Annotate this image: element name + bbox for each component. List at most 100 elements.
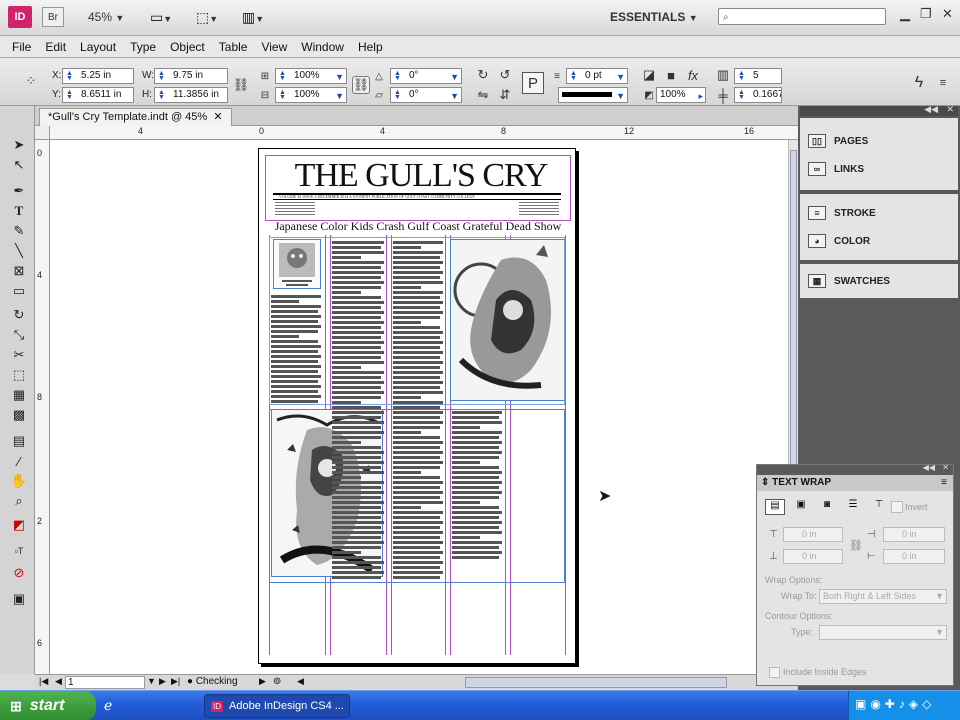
rotate-tool-icon[interactable]: ↻ [9,306,29,324]
top-offset-field[interactable]: 0 in [783,527,843,542]
scroll-left-icon[interactable]: ◀ [297,676,304,687]
open-document-icon[interactable]: ⊚ [273,676,281,687]
line-tool-icon[interactable]: ╲ [9,242,29,260]
document-page[interactable]: THE GULL'S CRY VOLUME XI ISSUE 4 DECEMBE… [258,148,576,664]
gutter-field[interactable]: ▲▼ 0.1667 i [734,87,782,103]
close-icon[interactable]: ✕ [942,6,953,22]
lightning-icon[interactable]: ϟ [910,74,928,92]
menu-object[interactable]: Object [163,40,212,54]
formatting-container-icon[interactable]: ▫T [9,542,29,560]
opacity-field[interactable]: 100% ▸ [656,87,706,103]
rotation-field[interactable]: ▲ ▼ 0° ▼ [390,68,462,84]
menu-view[interactable]: View [254,40,294,54]
panel-drag-bar[interactable]: ◀◀ ✕ [757,463,953,475]
view-options-icon[interactable]: ▭▼ [150,9,182,27]
menu-help[interactable]: Help [351,40,390,54]
fx-icon[interactable]: fx [684,66,702,84]
ruler-origin[interactable] [35,126,50,140]
note-tool-icon[interactable]: ▤ [9,432,29,450]
scissors-icon[interactable]: ✂ [9,346,29,364]
flip-horizontal-icon[interactable]: ⇋ [474,86,492,104]
scale-y-field[interactable]: ▲ ▼ 100% ▼ [275,87,347,103]
restore-icon[interactable]: ❐ [920,6,932,22]
scale-x-field[interactable]: ▲ ▼ 100% ▼ [275,68,347,84]
type-tool-icon[interactable]: T [9,202,29,220]
search-input[interactable]: ⌕ [718,8,886,25]
contour-type-select[interactable]: ▼ [819,625,947,640]
selection-tool-icon[interactable]: ➤ [9,136,29,154]
taskbar-indesign-button[interactable]: ID Adobe InDesign CS4 ... [204,694,350,718]
height-field[interactable]: ▲ ▼ 11.3856 in [154,87,228,103]
minimize-icon[interactable]: ▁ [900,6,910,22]
reference-point-p-icon[interactable]: P [522,72,544,94]
rotate-ccw-icon[interactable]: ↺ [496,66,514,84]
horizontal-scrollbar-thumb[interactable] [465,677,727,688]
pencil-tool-icon[interactable]: ✎ [9,222,29,240]
reference-point-icon[interactable]: ⁘ [22,72,40,90]
color-panel-button[interactable]: ◕ COLOR [808,234,870,248]
menu-edit[interactable]: Edit [38,40,73,54]
left-offset-field[interactable]: 0 in [883,527,945,542]
jump-next-column-icon[interactable]: ⊤ [869,499,889,515]
close-panel-icon[interactable]: ✕ [942,463,949,472]
quick-launch-ie-icon[interactable]: ℯ [104,697,112,714]
panel-menu-icon[interactable]: ≡ [941,475,947,491]
tray-icons[interactable]: ▣◉✚♪◈◇ [855,697,935,711]
next-page-icon[interactable]: ▶ [159,676,166,687]
start-button[interactable]: ⊞ start [0,691,96,720]
zoom-level[interactable]: 45% ▼ [88,10,124,24]
gradient-feather-icon[interactable]: ▩ [9,406,29,424]
stroke-type-select[interactable]: ▼ [558,87,628,103]
preflight-status[interactable]: ● Checking [187,676,238,687]
direct-selection-icon[interactable]: ↖ [9,156,29,174]
text-wrap-title-bar[interactable]: ⇕ TEXT WRAP ≡ [757,475,953,491]
arrange-documents-icon[interactable]: ▥▼ [242,9,278,27]
rectangle-tool-icon[interactable]: ▭ [9,282,29,300]
masthead-title[interactable]: THE GULL'S CRY [271,157,571,195]
expand-dock-icon[interactable]: ◀◀ [924,104,938,115]
first-page-icon[interactable]: |◀ [39,676,48,687]
stroke-panel-button[interactable]: ≡ STROKE [808,206,876,220]
wrap-object-shape-icon[interactable]: ◙ [817,499,837,515]
flip-vertical-icon[interactable]: ⇵ [496,86,514,104]
rotate-cw-icon[interactable]: ↻ [474,66,492,84]
document-tab[interactable]: *Gull's Cry Template.indt @ 45% ✕ [39,108,232,126]
menu-layout[interactable]: Layout [73,40,123,54]
swatches-panel-button[interactable]: ▦ SWATCHES [808,274,890,288]
horizontal-ruler[interactable]: 4 0 4 8 12 16 [50,126,798,140]
gradient-swatch-icon[interactable]: ▦ [9,386,29,404]
columns-field[interactable]: ▲ ▼ 5 [734,68,782,84]
effects-square-icon[interactable]: ■ [662,66,680,84]
preflight-menu-icon[interactable]: ▶ [259,676,266,687]
shear-field[interactable]: ▲ ▼ 0° ▼ [390,87,462,103]
panel-menu-icon[interactable]: ≡ [934,74,952,92]
scale-tool-icon[interactable]: ⤡ [9,326,29,344]
free-transform-icon[interactable]: ⬚ [9,366,29,384]
prev-page-icon[interactable]: ◀ [55,676,62,687]
close-tab-icon[interactable]: ✕ [213,111,222,123]
collapse-icon[interactable]: ◀◀ [923,463,935,472]
last-page-icon[interactable]: ▶| [171,676,180,687]
pages-panel-button[interactable]: ▯▯ PAGES [808,134,868,148]
bridge-button[interactable]: Br [42,7,64,27]
y-position-field[interactable]: ▲ ▼ 8.6511 in [62,87,134,103]
screen-mode-icon[interactable]: ⬚▼ [196,9,228,27]
stroke-weight-field[interactable]: ▲ ▼ 0 pt ▼ [566,68,628,84]
hand-tool-icon[interactable]: ✋ [9,472,29,490]
apply-none-icon[interactable]: ⊘ [9,564,29,582]
include-inside-edges-checkbox[interactable] [769,667,780,678]
drop-shadow-icon[interactable]: ◪ [640,66,658,84]
menu-file[interactable]: File [5,40,38,54]
no-wrap-icon[interactable]: ▤ [765,499,785,515]
fill-stroke-icon[interactable]: ◩ [9,516,29,534]
chain-link-icon[interactable]: ⛓ [849,539,863,552]
menu-window[interactable]: Window [294,40,351,54]
vertical-ruler[interactable]: 0 4 8 2 6 [35,140,50,674]
eyedropper-icon[interactable]: ⁄ [9,452,29,470]
rectangle-frame-icon[interactable]: ⊠ [9,262,29,280]
right-offset-field[interactable]: 0 in [883,549,945,564]
x-position-field[interactable]: ▲ ▼ 5.25 in [62,68,134,84]
lead-headline[interactable]: Japanese Color Kids Crash Gulf Coast Gra… [267,219,569,233]
constrain-scale-icon[interactable]: ⛓ [352,76,370,94]
invert-checkbox[interactable] [891,501,903,513]
